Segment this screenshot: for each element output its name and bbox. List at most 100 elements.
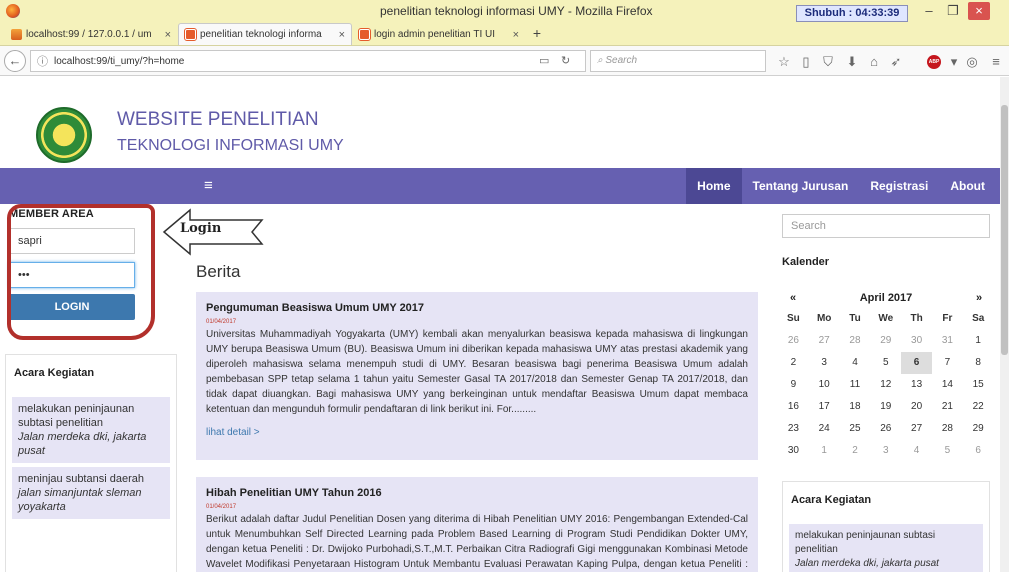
extension-icon[interactable]: ◎ (964, 54, 980, 70)
browser-search-input[interactable]: ⌕ Search (590, 50, 766, 72)
calendar-day[interactable]: 21 (932, 396, 963, 418)
dow-label: Fr (942, 313, 953, 324)
dow-label: Su (787, 313, 800, 324)
calendar-day[interactable]: 12 (870, 374, 901, 396)
calendar-days-of-week: Su Mo Tu We Th Fr Sa (778, 308, 994, 330)
calendar-day[interactable]: 29 (870, 330, 901, 352)
calendar-day[interactable]: 7 (932, 352, 963, 374)
nav-home[interactable]: Home (686, 168, 742, 204)
prev-month-button[interactable]: « (778, 288, 808, 308)
calendar-day[interactable]: 10 (809, 374, 840, 396)
calendar-day[interactable]: 15 (963, 374, 994, 396)
bookmark-star-icon[interactable]: ☆ (776, 54, 792, 70)
article-body: Berikut adalah daftar Judul Penelitian D… (206, 514, 748, 570)
ext-chevron-icon[interactable]: ▾ (946, 54, 962, 70)
next-month-button[interactable]: » (964, 288, 994, 308)
nav-registrasi[interactable]: Registrasi (859, 168, 939, 204)
calendar-day[interactable]: 18 (840, 396, 871, 418)
sidebar-search-input[interactable]: Search (782, 214, 990, 238)
reader-view-icon[interactable]: ▭ (539, 54, 549, 67)
calendar-day[interactable]: 30 (778, 440, 809, 462)
nav-about[interactable]: About (939, 168, 996, 204)
article-title[interactable]: Pengumuman Beasiswa Umum UMY 2017 (206, 302, 748, 314)
nav-tentang-jurusan[interactable]: Tentang Jurusan (742, 168, 860, 204)
url-bar[interactable]: ⓘ localhost:99/ti_umy/?h=home ▭ ↻ (30, 50, 586, 72)
calendar-day[interactable]: 24 (809, 418, 840, 440)
adblock-icon[interactable]: ABP (927, 55, 941, 69)
nav-menu: Home Tentang Jurusan Registrasi About (686, 168, 996, 204)
tab-close-icon[interactable]: × (513, 29, 519, 41)
calendar-day[interactable]: 27 (901, 418, 932, 440)
back-button[interactable]: ← (4, 50, 26, 72)
calendar-day[interactable]: 13 (901, 374, 932, 396)
calendar-day[interactable]: 1 (809, 440, 840, 462)
calendar-day[interactable]: 17 (809, 396, 840, 418)
home-icon[interactable]: ⌂ (866, 54, 882, 69)
pocket-icon[interactable]: ⛉ (820, 54, 836, 70)
calendar-day[interactable]: 3 (870, 440, 901, 462)
calendar-day[interactable]: 9 (778, 374, 809, 396)
calendar-day[interactable]: 25 (840, 418, 871, 440)
calendar-day[interactable]: 3 (809, 352, 840, 374)
calendar-day[interactable]: 30 (901, 330, 932, 352)
new-tab-button[interactable]: + (526, 23, 548, 45)
acara-kegiatan-right: Acara Kegiatan melakukan peninjaunan sub… (782, 481, 990, 572)
calendar-day[interactable]: 1 (963, 330, 994, 352)
acara-item[interactable]: melakukan peninjaunan subtasi penelitian… (12, 397, 170, 463)
calendar-day[interactable]: 19 (870, 396, 901, 418)
page-scrollbar[interactable] (1000, 77, 1009, 572)
prayer-clock-widget: Shubuh : 04:33:39 (796, 5, 908, 22)
site-title[interactable]: WEBSITE PENELITIAN TEKNOLOGI INFORMASI U… (117, 107, 344, 159)
hamburger-menu-icon[interactable]: ≡ (204, 177, 213, 194)
dow-label: Sa (972, 313, 985, 324)
site-favicon-icon (358, 28, 371, 41)
window-title: penelitian teknologi informasi UMY - Moz… (380, 4, 653, 18)
tab-phpmyadmin[interactable]: localhost:99 / 127.0.0.1 / um × (4, 23, 178, 45)
calendar-day[interactable]: 4 (840, 352, 871, 374)
calendar-day[interactable]: 23 (778, 418, 809, 440)
calendar-day[interactable]: 20 (901, 396, 932, 418)
calendar-day[interactable]: 4 (901, 440, 932, 462)
calendar-day[interactable]: 8 (963, 352, 994, 374)
calendar-day[interactable]: 22 (963, 396, 994, 418)
calendar-day[interactable]: 16 (778, 396, 809, 418)
calendar-day[interactable]: 27 (809, 330, 840, 352)
menu-icon[interactable]: ≡ (988, 54, 1004, 69)
calendar-day[interactable]: 6 (963, 440, 994, 462)
calendar-day[interactable]: 29 (963, 418, 994, 440)
tab-close-icon[interactable]: × (165, 29, 171, 41)
calendar-day[interactable]: 31 (932, 330, 963, 352)
calendar-month-label[interactable]: April 2017 (808, 288, 964, 308)
scrollbar-thumb[interactable] (1001, 105, 1008, 355)
tab-login-admin[interactable]: login admin penelitian TI UI × (352, 23, 526, 45)
calendar-day[interactable]: 2 (778, 352, 809, 374)
calendar-day[interactable]: 5 (870, 352, 901, 374)
calendar-day[interactable]: 5 (932, 440, 963, 462)
calendar-day[interactable]: 6 (901, 352, 932, 374)
send-icon[interactable]: ➶ (888, 54, 904, 70)
acara-item[interactable]: meninjau subtansi daerah jalan simanjunt… (12, 467, 170, 519)
dow-label: Th (910, 313, 923, 324)
article-title[interactable]: Hibah Penelitian UMY Tahun 2016 (206, 487, 748, 499)
umy-logo-icon (36, 107, 92, 163)
reload-icon[interactable]: ↻ (561, 54, 570, 67)
tab-close-icon[interactable]: × (339, 29, 345, 41)
calendar-day[interactable]: 11 (840, 374, 871, 396)
calendar-day[interactable]: 2 (840, 440, 871, 462)
calendar-week-row: 16 17 18 19 20 21 22 (778, 396, 994, 418)
site-title-line2: TEKNOLOGI INFORMASI UMY (117, 137, 344, 154)
close-window-button[interactable]: × (968, 2, 990, 20)
calendar-day[interactable]: 14 (932, 374, 963, 396)
maximize-button[interactable]: ❐ (942, 2, 964, 20)
calendar-day[interactable]: 28 (932, 418, 963, 440)
downloads-icon[interactable]: ⬇ (844, 54, 860, 70)
info-icon[interactable]: ⓘ (37, 53, 48, 69)
acara-item[interactable]: melakukan peninjaunan subtasi penelitian… (789, 524, 983, 572)
calendar-day[interactable]: 28 (840, 330, 871, 352)
tab-penelitian[interactable]: penelitian teknologi informa × (178, 23, 352, 45)
read-more-link[interactable]: lihat detail > (206, 427, 748, 438)
bookmarks-library-icon[interactable]: ▯ (798, 54, 814, 70)
calendar-day[interactable]: 26 (870, 418, 901, 440)
minimize-button[interactable]: – (918, 2, 940, 20)
calendar-day[interactable]: 26 (778, 330, 809, 352)
